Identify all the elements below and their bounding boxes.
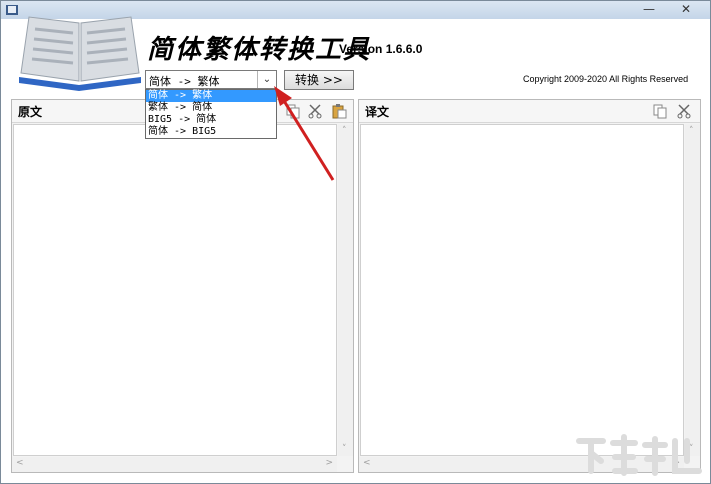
conversion-mode-select[interactable]: 简体 -> 繁体 ⌄ [145, 70, 277, 89]
copy-icon[interactable] [285, 103, 301, 119]
source-horizontal-scrollbar[interactable]: < > [12, 457, 337, 472]
scroll-up-icon[interactable]: ˄ [342, 126, 347, 136]
dropdown-option[interactable]: BIG5 -> 简体 [146, 114, 276, 126]
dropdown-option[interactable]: 简体 -> 繁体 [146, 90, 276, 102]
convert-button[interactable]: 转换 >> [284, 70, 354, 90]
target-vertical-scrollbar[interactable]: ˄ ˅ [685, 124, 700, 456]
conversion-mode-dropdown: 简体 -> 繁体 繁体 -> 简体 BIG5 -> 简体 简体 -> BIG5 [145, 89, 277, 139]
app-title: 简体繁体转换工具 [147, 35, 372, 65]
paste-icon[interactable] [331, 103, 347, 119]
scroll-right-icon[interactable]: > [325, 458, 333, 468]
dropdown-option[interactable]: 繁体 -> 简体 [146, 102, 276, 114]
scroll-left-icon[interactable]: < [16, 458, 24, 468]
target-text-area[interactable] [360, 124, 684, 456]
target-panel: 译文 ˄ ˅ < > [358, 99, 701, 473]
cut-icon[interactable] [307, 103, 323, 119]
copyright-label: Copyright 2009-2020 All Rights Reserved [523, 74, 689, 84]
minimize-button[interactable]: — [636, 1, 662, 17]
source-vertical-scrollbar[interactable]: ˄ ˅ [338, 124, 353, 456]
dropdown-option[interactable]: 简体 -> BIG5 [146, 126, 276, 138]
scroll-down-icon[interactable]: ˅ [342, 444, 347, 454]
scroll-up-icon[interactable]: ˄ [689, 126, 694, 136]
xiazaiba-logo [576, 434, 702, 476]
source-panel-title: 原文 [18, 105, 43, 119]
version-label: Version 1.6.6.0 [339, 42, 423, 56]
app-window: — ✕ 简体繁体转换工具 Version 1.6.6.0 Copyright 2… [0, 0, 711, 484]
cut-icon[interactable] [676, 103, 692, 119]
source-text-area[interactable] [13, 124, 337, 456]
copy-icon[interactable] [652, 103, 668, 119]
scroll-left-icon[interactable]: < [363, 458, 371, 468]
open-book-logo [19, 16, 141, 91]
close-button[interactable]: ✕ [673, 1, 699, 17]
chevron-down-icon[interactable]: ⌄ [257, 71, 276, 88]
target-panel-title: 译文 [365, 105, 390, 119]
combo-value: 简体 -> 繁体 [149, 75, 220, 88]
source-panel: 原文 ˄ ˅ < > [11, 99, 354, 473]
target-panel-header: 译文 [359, 100, 700, 123]
